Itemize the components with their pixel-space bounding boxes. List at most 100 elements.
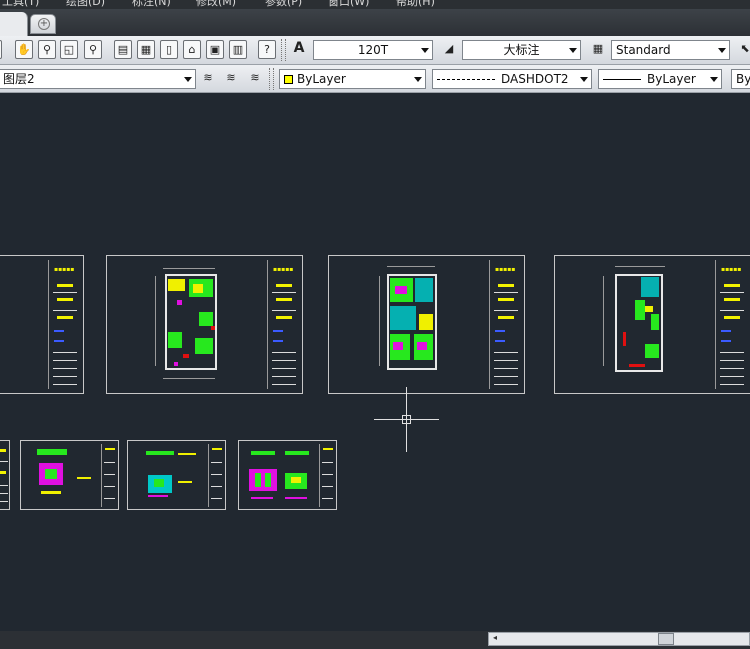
floor-plan: [165, 274, 217, 370]
scroll-left-icon[interactable]: ◂: [488, 632, 502, 646]
title-block-mark: [0, 471, 6, 474]
layout-sheet-7[interactable]: [127, 440, 226, 510]
text-style-icon[interactable]: A: [290, 40, 308, 59]
menu-modify[interactable]: 修改(M): [196, 0, 236, 9]
menu-window[interactable]: 窗口(W): [328, 0, 369, 9]
title-block: ▪▪▪▪▪: [489, 260, 522, 389]
title-block-rule: [322, 486, 333, 487]
title-block-text: ▪▪▪▪▪: [721, 266, 742, 273]
table-style-icon[interactable]: ▦: [589, 40, 607, 59]
toolbar-grip[interactable]: [269, 68, 274, 90]
plan-furniture: [395, 286, 407, 294]
pan-icon[interactable]: ✋: [15, 40, 33, 59]
plan-door: [623, 332, 626, 346]
title-block-rule: [104, 462, 115, 463]
markup-icon[interactable]: ▣: [206, 40, 224, 59]
zoom-previous-icon[interactable]: ⚲: [84, 40, 102, 59]
toolbar-grip[interactable]: [281, 39, 286, 61]
scrollbar-track[interactable]: [488, 632, 750, 646]
title-block-rule: [104, 498, 115, 499]
elevation-label: [77, 477, 91, 479]
plan-tile-area: [390, 306, 416, 330]
layers-toolbar: 图层2 ≋ ≋ ≋ ByLayer DASHDOT2 ByLayer By: [0, 65, 750, 93]
title-block-mark: [721, 340, 731, 342]
layer-select[interactable]: 图层2: [0, 69, 196, 89]
layout-sheet-3[interactable]: ▪▪▪▪▪: [328, 255, 525, 394]
plan-door: [629, 364, 645, 367]
elevation-detail: [146, 451, 174, 455]
elevation-detail: [154, 479, 164, 487]
elevation-label: [251, 497, 273, 499]
zoom-realtime-icon[interactable]: ⚲: [38, 40, 56, 59]
dim-style-value: 大标注: [503, 43, 540, 57]
linetype-value: DASHDOT2: [501, 72, 569, 86]
plan-room: [651, 314, 659, 330]
layout-sheet-6[interactable]: [20, 440, 119, 510]
table-style-select[interactable]: Standard: [611, 40, 730, 60]
crosshair-pickbox: [402, 415, 411, 424]
dimension-line: [163, 268, 215, 269]
lineweight-select[interactable]: ByLayer: [598, 69, 722, 89]
title-block-rule: [104, 474, 115, 475]
layer-previous-icon[interactable]: ≋: [222, 69, 240, 88]
plan-room: [645, 344, 659, 358]
title-block-rule: [720, 376, 744, 377]
sheet-set-icon[interactable]: ⌂: [183, 40, 201, 59]
dimension-line: [603, 276, 604, 366]
title-block-rule: [494, 310, 518, 311]
horizontal-scrollbar: ◂: [0, 631, 750, 649]
plan-door: [211, 326, 215, 330]
plotstyle-select[interactable]: By: [731, 69, 750, 89]
title-block-rule: [272, 310, 296, 311]
help-icon[interactable]: ?: [258, 40, 276, 59]
zoom-window-icon[interactable]: ◱: [60, 40, 78, 59]
elevation-detail: [37, 449, 67, 455]
calculator-icon[interactable]: ▥: [229, 40, 247, 59]
title-block-text: ▪▪▪▪▪: [54, 266, 75, 273]
layout-sheet-5[interactable]: [0, 440, 10, 510]
plan-tile-area: [641, 277, 659, 297]
menu-parametric[interactable]: 参数(P): [265, 0, 302, 9]
title-block-rule: [53, 384, 77, 385]
layout-sheet-1[interactable]: ▪▪▪▪▪: [0, 255, 84, 394]
plan-furniture: [177, 300, 182, 305]
title-block-mark: [57, 316, 73, 319]
menu-dimension[interactable]: 标注(N): [132, 0, 171, 9]
chevron-down-icon: [569, 48, 577, 53]
plan-furniture: [393, 342, 403, 350]
menu-draw[interactable]: 绘图(D): [66, 0, 105, 9]
title-block-rule: [272, 376, 296, 377]
chevron-down-icon: [421, 48, 429, 53]
color-value: ByLayer: [297, 72, 346, 86]
properties-icon[interactable]: ▤: [114, 40, 132, 59]
toolbar-edge: [0, 40, 2, 59]
make-current-layer-icon[interactable]: ≋: [199, 69, 217, 88]
title-block-rule: [272, 292, 296, 293]
plan-room: [168, 279, 185, 291]
menu-tools[interactable]: 工具(T): [2, 0, 39, 9]
title-block-mark: [273, 330, 283, 332]
design-center-icon[interactable]: ▦: [137, 40, 155, 59]
layout-sheet-4[interactable]: ▪▪▪▪▪: [554, 255, 750, 394]
title-block-rule: [322, 474, 333, 475]
dim-style-select[interactable]: 大标注: [462, 40, 581, 60]
layer-states-icon[interactable]: ≋: [246, 69, 264, 88]
multileader-style-icon[interactable]: ⬉: [736, 40, 750, 59]
title-block-rule: [53, 352, 77, 353]
scrollbar-thumb[interactable]: [658, 633, 674, 645]
color-swatch: [284, 75, 293, 84]
tool-palettes-icon[interactable]: ▯: [160, 40, 178, 59]
title-block-rule: [494, 376, 518, 377]
plan-stair: [635, 300, 645, 320]
layout-sheet-2[interactable]: ▪▪▪▪▪: [106, 255, 303, 394]
text-style-select[interactable]: 120T: [313, 40, 433, 60]
menu-help[interactable]: 帮助(H): [396, 0, 435, 9]
layout-sheet-8[interactable]: [238, 440, 337, 510]
title-block-rule: [53, 360, 77, 361]
dim-style-icon[interactable]: ◢: [440, 40, 458, 59]
title-block-mark: [498, 316, 514, 319]
drawing-tab[interactable]: [0, 12, 28, 36]
new-tab-button[interactable]: +: [30, 14, 56, 34]
color-select[interactable]: ByLayer: [279, 69, 426, 89]
linetype-select[interactable]: DASHDOT2: [432, 69, 592, 89]
